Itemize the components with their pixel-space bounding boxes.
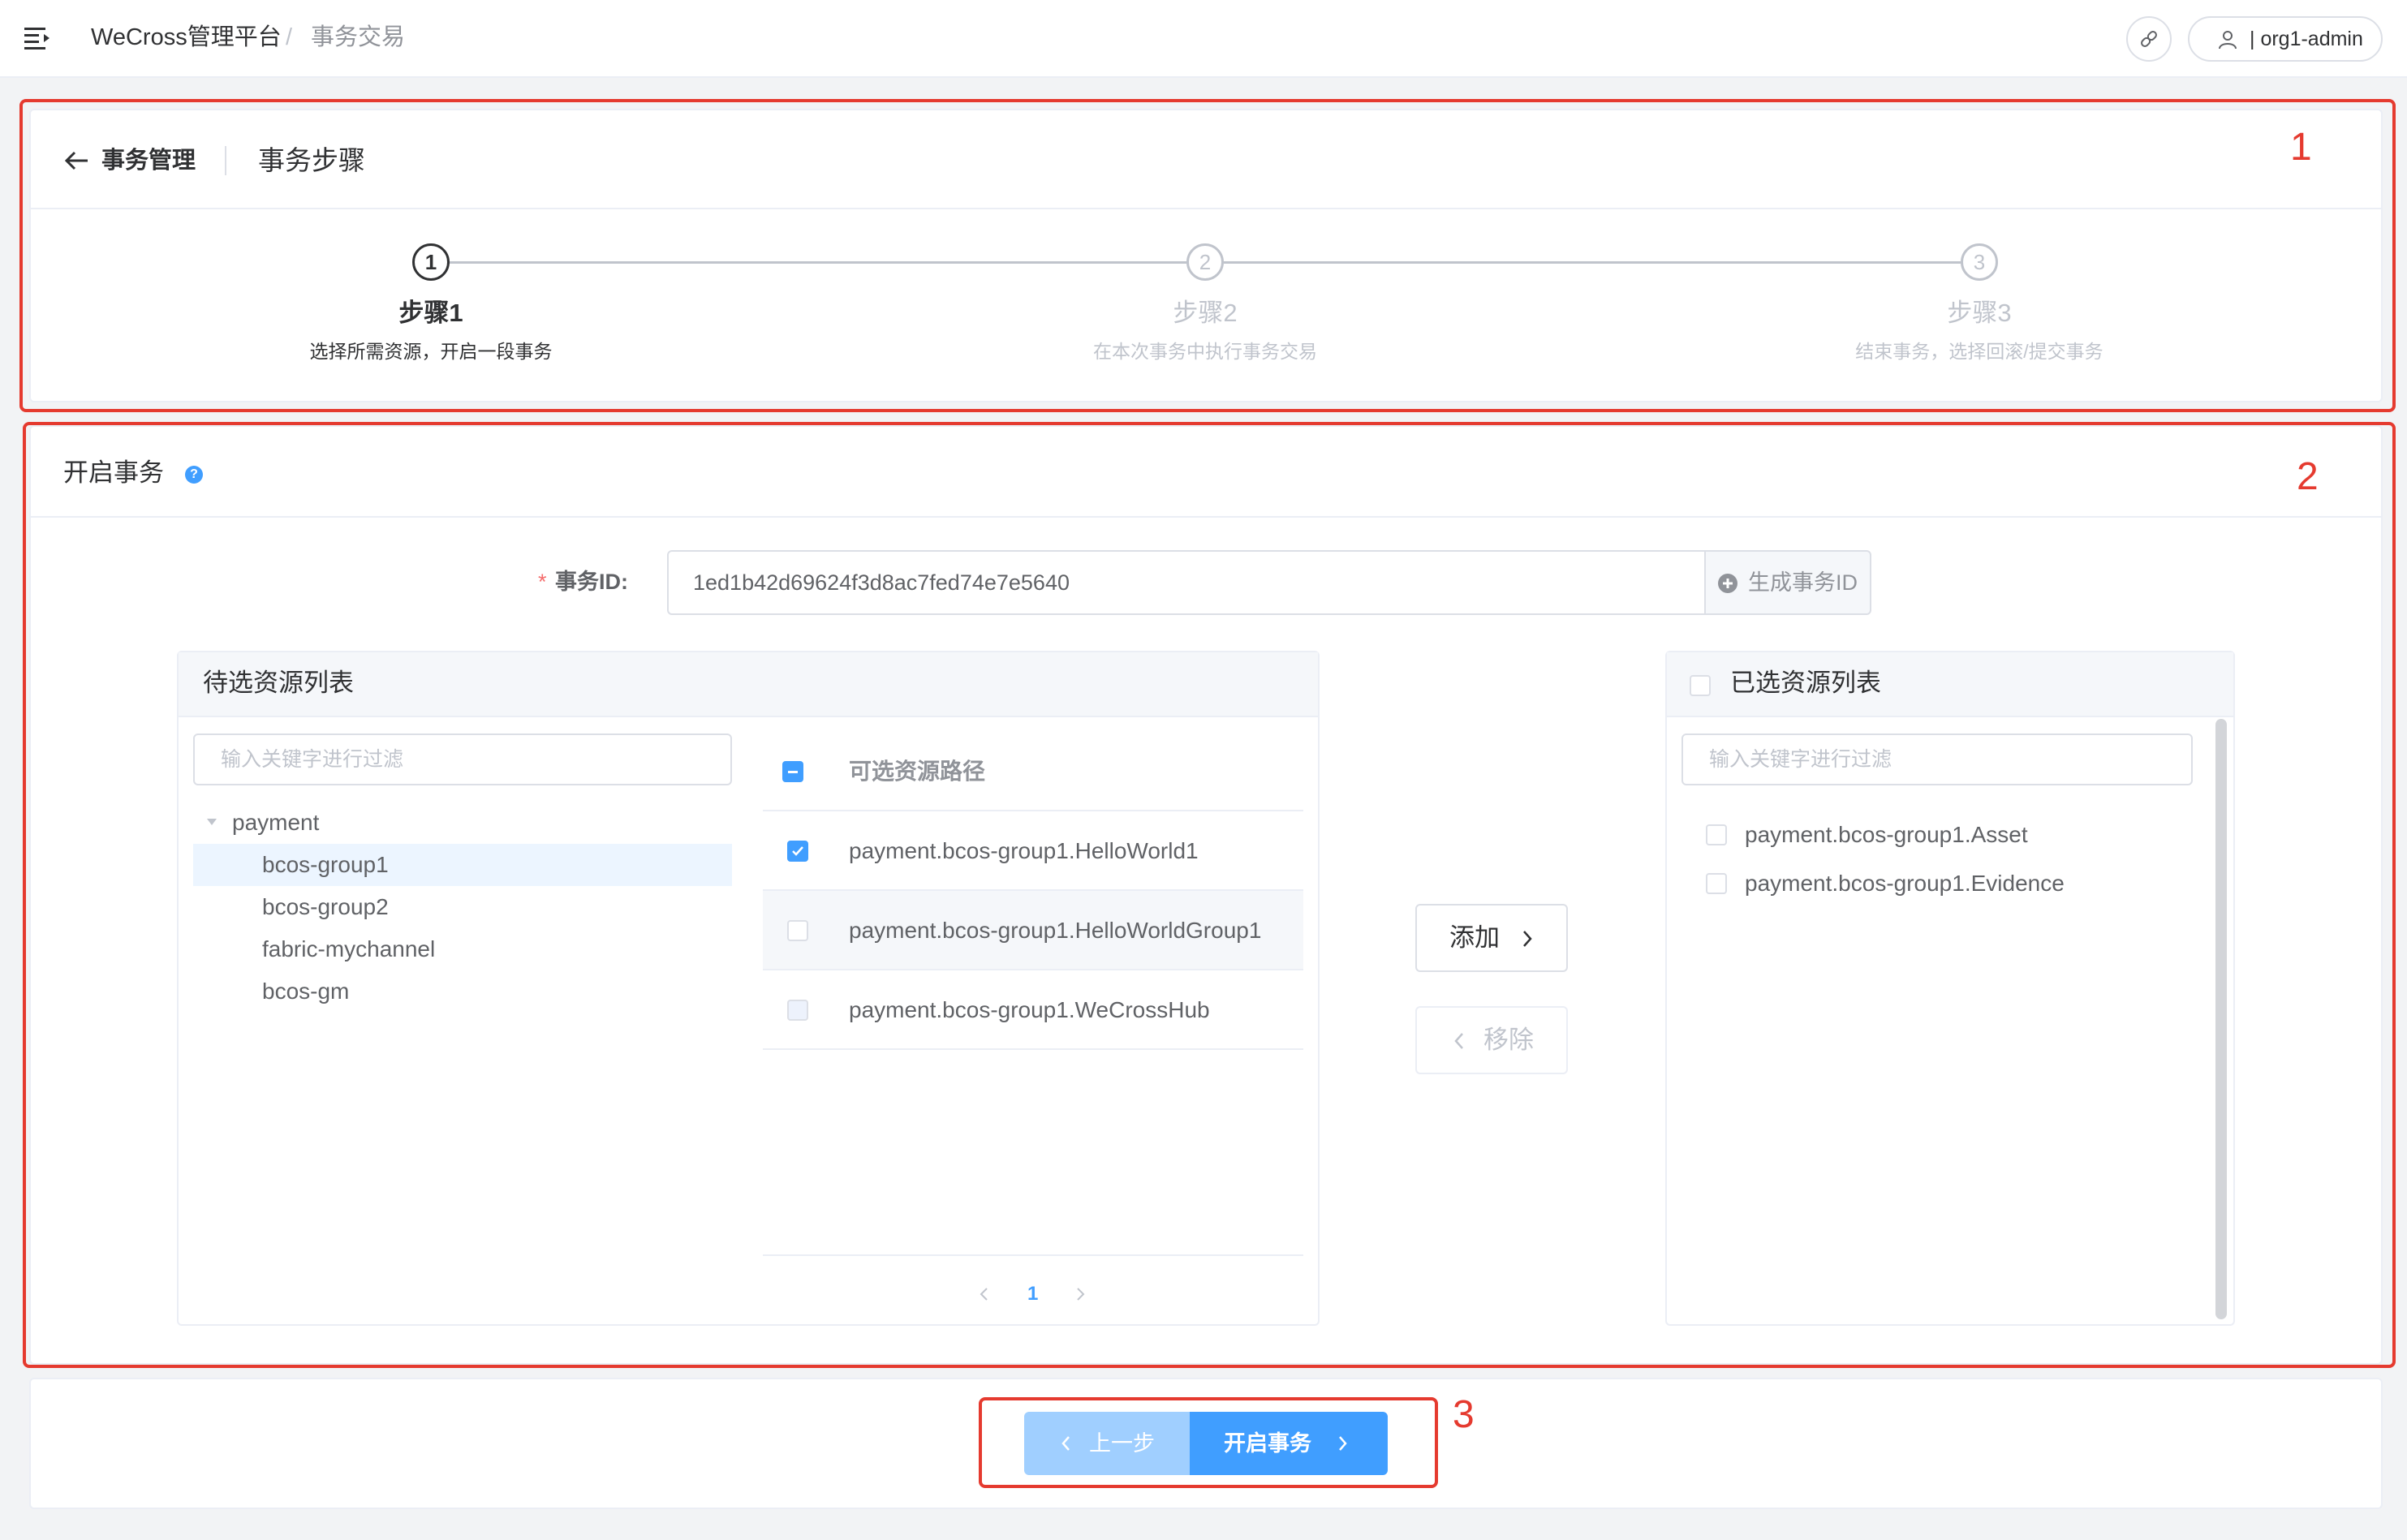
breadcrumb-current: 事务交易 xyxy=(311,24,406,50)
menu-toggle-icon[interactable] xyxy=(24,24,52,52)
annotation-box-1 xyxy=(19,99,2396,412)
user-icon xyxy=(2219,31,2237,49)
link-button[interactable] xyxy=(2126,16,2172,62)
annotation-label-1: 1 xyxy=(2290,126,2312,169)
user-menu-button[interactable]: | org1-admin xyxy=(2188,16,2383,62)
link-icon xyxy=(2141,31,2157,47)
breadcrumb-separator: / xyxy=(286,24,293,50)
annotation-box-2 xyxy=(23,422,2396,1368)
annotation-box-3 xyxy=(979,1397,1438,1488)
app-title[interactable]: WeCross管理平台 xyxy=(91,21,282,54)
annotation-label-2: 2 xyxy=(2297,455,2319,498)
annotation-label-3: 3 xyxy=(1453,1393,1475,1436)
user-label: | org1-admin xyxy=(2250,28,2363,50)
